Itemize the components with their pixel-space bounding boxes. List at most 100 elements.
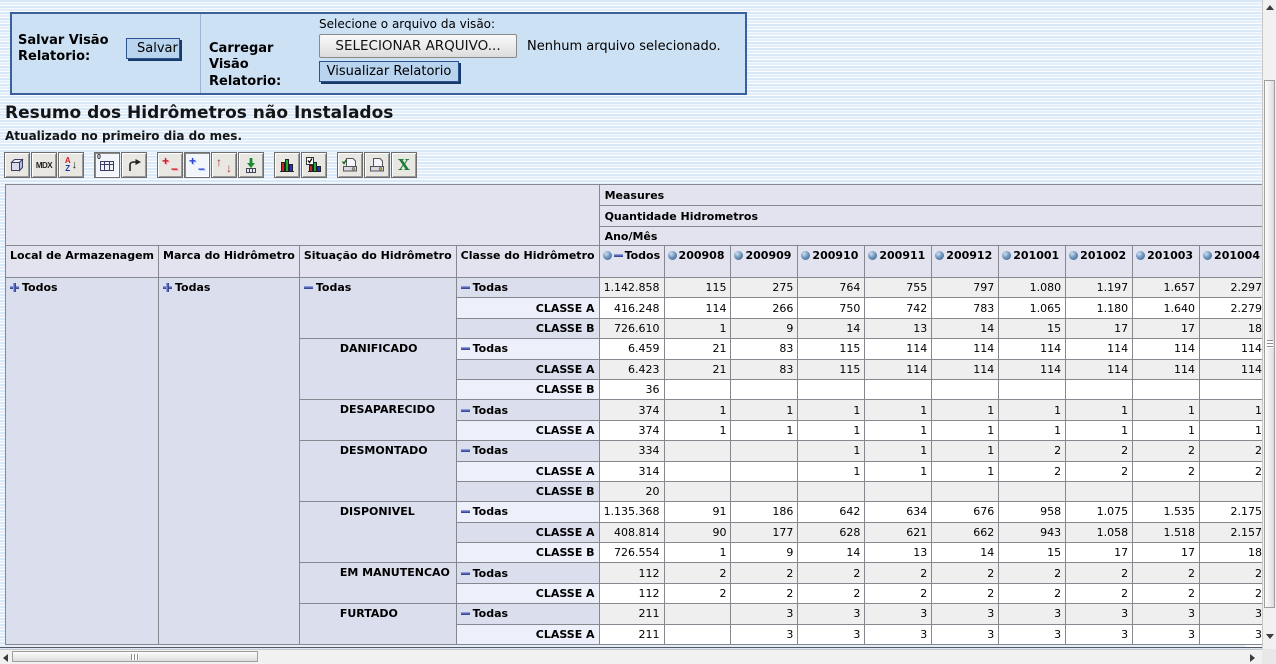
- data-cell: [731, 441, 798, 461]
- vertical-scrollbar[interactable]: [1262, 0, 1276, 649]
- view-report-button[interactable]: Visualizar Relatorio: [319, 61, 459, 82]
- data-cell: 3: [1200, 624, 1267, 644]
- scroll-right-arrow-icon[interactable]: [1250, 654, 1255, 662]
- row-member-classe-classe-b[interactable]: CLASSE B: [456, 481, 599, 501]
- scroll-left-arrow-icon[interactable]: [3, 654, 8, 662]
- data-cell: 334: [599, 441, 664, 461]
- swap-axes-icon[interactable]: [121, 152, 147, 178]
- data-cell: 115: [798, 339, 865, 359]
- horizontal-scrollbar[interactable]: [0, 649, 1262, 664]
- member-sphere-icon: [603, 251, 612, 260]
- drill-replace-icon[interactable]: ↑↓: [211, 152, 237, 178]
- data-cell: 1: [999, 400, 1066, 420]
- classe-label: Todas: [473, 505, 508, 518]
- mdx-editor-icon[interactable]: MDX: [31, 152, 57, 178]
- row-member-classe-classe-b[interactable]: CLASSE B: [456, 318, 599, 338]
- show-chart-icon[interactable]: [274, 152, 300, 178]
- drill-member-icon[interactable]: +−: [157, 152, 183, 178]
- data-cell: 2: [1066, 563, 1133, 583]
- collapse-minus-icon[interactable]: [461, 609, 470, 618]
- row-member-classe-classe-b[interactable]: CLASSE B: [456, 543, 599, 563]
- expand-plus-icon[interactable]: [163, 283, 172, 292]
- collapse-minus-icon[interactable]: [461, 406, 470, 415]
- data-cell: 115: [664, 278, 731, 298]
- classe-content: Todas: [461, 607, 595, 620]
- data-cell: 2: [731, 583, 798, 603]
- column-header-200908: 200908: [664, 246, 731, 278]
- data-cell: 1: [1200, 400, 1267, 420]
- data-cell: 374: [599, 420, 664, 440]
- data-cell: 2: [932, 563, 999, 583]
- collapse-minus-icon[interactable]: [461, 283, 470, 292]
- data-cell: 2: [999, 461, 1066, 481]
- column-header-content: 200909: [734, 249, 794, 262]
- olap-navigator-cube-icon[interactable]: [4, 152, 30, 178]
- row-member-classe-classe-a[interactable]: CLASSE A: [456, 583, 599, 603]
- data-cell: 2: [1066, 461, 1133, 481]
- sort-az-icon[interactable]: AZ ↓: [58, 152, 84, 178]
- data-cell: 9: [731, 318, 798, 338]
- drill-position-icon[interactable]: +−: [184, 152, 210, 178]
- print-pdf-icon[interactable]: [364, 152, 390, 178]
- vertical-scrollbar-thumb[interactable]: [1264, 80, 1275, 608]
- bar-chart-check-glyph: [306, 157, 322, 173]
- data-cell: 755: [865, 278, 932, 298]
- data-cell: 114: [1133, 339, 1200, 359]
- excel-x-glyph: X: [398, 156, 410, 174]
- horizontal-scrollbar-thumb[interactable]: [12, 651, 258, 662]
- data-cell: 14: [932, 318, 999, 338]
- collapse-minus-icon[interactable]: [461, 344, 470, 353]
- export-excel-icon[interactable]: X: [391, 152, 417, 178]
- data-cell: 177: [731, 522, 798, 542]
- scroll-up-arrow-icon[interactable]: [1266, 5, 1274, 10]
- row-member-classe-classe-a[interactable]: CLASSE A: [456, 624, 599, 644]
- row-member-situacao-em-manutencao[interactable]: EM MANUTENCAO: [299, 563, 456, 604]
- row-member-classe-classe-a[interactable]: CLASSE A: [456, 461, 599, 481]
- collapse-minus-icon[interactable]: [614, 251, 623, 260]
- data-cell: 642: [798, 502, 865, 522]
- row-member-classe-classe-a[interactable]: CLASSE A: [456, 298, 599, 318]
- row-member-situacao-desaparecido[interactable]: DESAPARECIDO: [299, 400, 456, 441]
- column-header-content: Todos: [603, 249, 661, 262]
- data-cell: 662: [932, 522, 999, 542]
- suppress-empty-cells-icon[interactable]: 0: [94, 152, 120, 178]
- row-member-classe-classe-a[interactable]: CLASSE A: [456, 359, 599, 379]
- collapse-minus-icon[interactable]: [461, 446, 470, 455]
- data-cell: 114: [1200, 339, 1267, 359]
- drill-through-icon[interactable]: [238, 152, 264, 178]
- collapse-minus-icon[interactable]: [304, 283, 313, 292]
- collapse-minus-icon[interactable]: [461, 569, 470, 578]
- data-cell: 416.248: [599, 298, 664, 318]
- data-cell: 114: [1066, 339, 1133, 359]
- chart-config-icon[interactable]: [301, 152, 327, 178]
- row-member-classe-classe-a[interactable]: CLASSE A: [456, 420, 599, 440]
- row-member-situacao-disponivel[interactable]: DISPONIVEL: [299, 502, 456, 563]
- up-down-arrows-glyph: ↑↓: [216, 157, 232, 173]
- data-cell: 3: [1200, 604, 1267, 624]
- data-cell: [664, 481, 731, 501]
- expand-plus-icon[interactable]: [10, 283, 19, 292]
- data-cell: [1200, 379, 1267, 399]
- row-member-situacao-furtado[interactable]: FURTADO: [299, 604, 456, 645]
- classe-label: Todas: [473, 567, 508, 580]
- row-member-classe-classe-a[interactable]: CLASSE A: [456, 522, 599, 542]
- row-member-classe-classe-b[interactable]: CLASSE B: [456, 379, 599, 399]
- data-cell: 21: [664, 359, 731, 379]
- row-member-situacao-desmontado[interactable]: DESMONTADO: [299, 441, 456, 502]
- data-cell: 2: [932, 583, 999, 603]
- classe-content: Todas: [461, 281, 595, 294]
- collapse-minus-icon[interactable]: [461, 507, 470, 516]
- save-button[interactable]: Salvar: [126, 38, 180, 59]
- print-config-icon[interactable]: [337, 152, 363, 178]
- situacao-label: DANIFICADO: [340, 342, 418, 355]
- column-label: 201003: [1147, 249, 1196, 262]
- data-cell: 211: [599, 624, 664, 644]
- data-cell: 2: [1200, 563, 1267, 583]
- scroll-down-arrow-icon[interactable]: [1266, 634, 1274, 639]
- row-member-situacao-danificado[interactable]: DANIFICADO: [299, 339, 456, 400]
- select-file-button[interactable]: SELECIONAR ARQUIVO...: [319, 34, 517, 58]
- data-cell: [999, 481, 1066, 501]
- mdx-label: MDX: [36, 161, 52, 170]
- data-cell: [865, 379, 932, 399]
- data-cell: 2: [664, 583, 731, 603]
